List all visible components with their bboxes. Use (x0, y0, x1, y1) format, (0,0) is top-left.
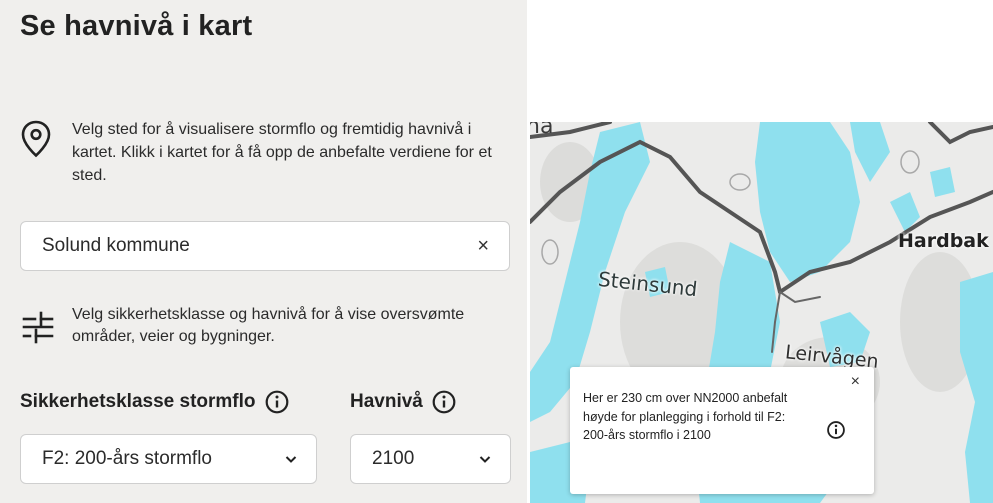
safety-class-value: F2: 200-års stormflo (42, 448, 212, 469)
location-search-input[interactable] (42, 235, 478, 257)
filter-hint-text: Velg sikkerhetsklasse og havnivå for å v… (72, 306, 465, 345)
side-panel: Se havnivå i kart Velg sted for å visual… (0, 0, 527, 503)
popup-close-button[interactable]: × (851, 373, 860, 391)
sea-level-label: Havnivå (350, 390, 456, 414)
filter-hint-row: Velg sikkerhetsklasse og havnivå for å v… (20, 304, 510, 350)
popup-text: Her er 230 cm over NN2000 anbefalt høyde… (583, 391, 788, 442)
map-info-popup: Her er 230 cm over NN2000 anbefalt høyde… (570, 367, 874, 494)
sliders-icon (20, 307, 56, 350)
chevron-down-icon (285, 456, 297, 463)
location-hint-row: Velg sted for å visualisere stormflo og … (20, 118, 500, 187)
safety-class-label: Sikkerhetsklasse stormflo (20, 390, 289, 414)
safety-class-label-text: Sikkerhetsklasse stormflo (20, 391, 256, 412)
clear-search-button[interactable]: × (477, 236, 489, 256)
info-circle-icon[interactable] (432, 390, 456, 414)
map-place-label-hardbak: Hardbak (898, 230, 989, 252)
safety-class-select[interactable]: F2: 200-års stormflo (20, 434, 317, 484)
sea-level-label-text: Havnivå (350, 391, 423, 412)
page-title: Se havnivå i kart (20, 10, 253, 42)
map-place-label: na (530, 122, 554, 139)
sea-level-value: 2100 (372, 448, 415, 469)
location-search-field[interactable]: × (20, 221, 510, 271)
chevron-down-icon (479, 456, 491, 463)
info-circle-icon[interactable] (265, 390, 289, 414)
location-pin-icon (20, 120, 54, 163)
sea-level-select[interactable]: 2100 (350, 434, 511, 484)
location-hint-text: Velg sted for å visualisere stormflo og … (72, 121, 492, 184)
info-circle-icon[interactable] (826, 420, 846, 440)
